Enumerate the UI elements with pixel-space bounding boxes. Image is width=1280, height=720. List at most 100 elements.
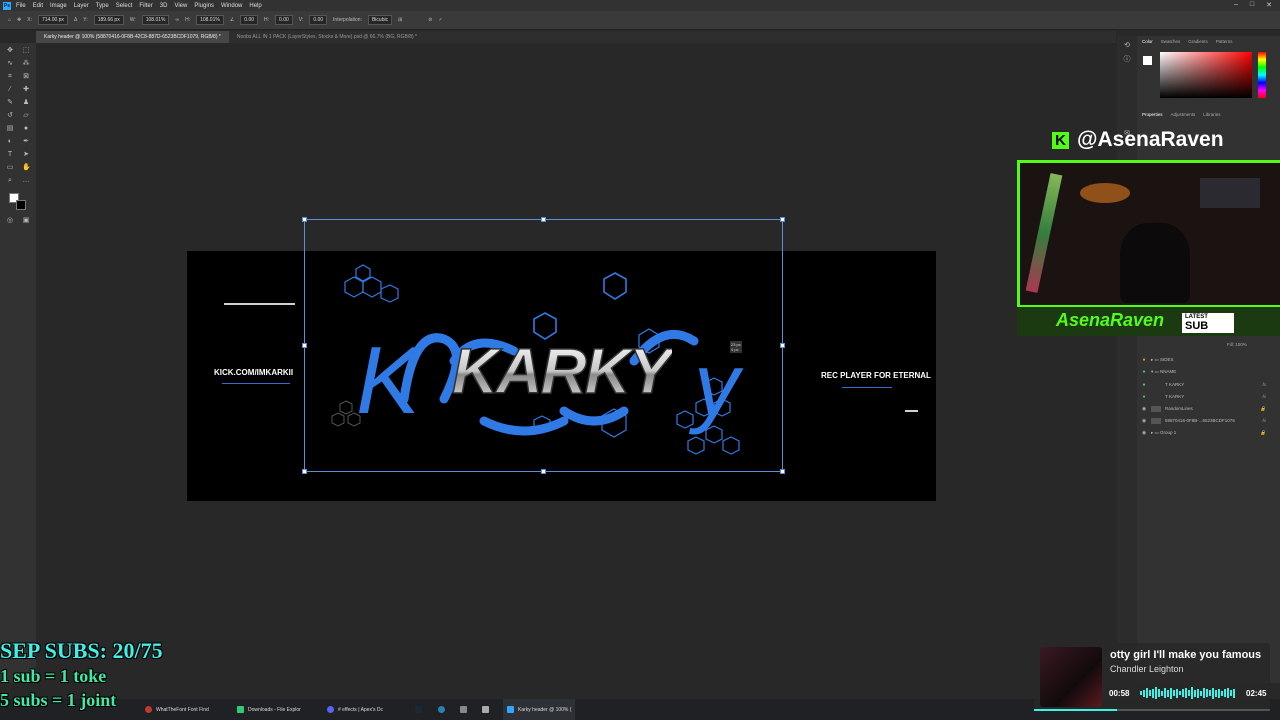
blur-tool-icon[interactable]: ●: [22, 125, 30, 133]
maximize-button[interactable]: □: [1250, 1, 1254, 9]
cancel-transform-icon[interactable]: ⊘: [428, 17, 432, 23]
taskbar-item[interactable]: [460, 699, 467, 720]
move-tool-icon[interactable]: ✥: [17, 17, 21, 23]
history-icon[interactable]: ⟲: [1123, 42, 1131, 50]
banner-right-text: REC PLAYER FOR ETERNAL: [821, 371, 931, 380]
brush-tool-icon[interactable]: ✎: [6, 99, 14, 107]
menu-3d[interactable]: 3D: [160, 3, 168, 9]
layer-row[interactable]: ● ▸ ▭ SIDES: [1140, 354, 1270, 365]
y-field[interactable]: 189.66 px: [93, 15, 124, 25]
menu-file[interactable]: File: [16, 3, 26, 9]
menu-plugins[interactable]: Plugins: [194, 3, 214, 9]
visibility-eye-icon[interactable]: ●: [1140, 382, 1148, 388]
layer-row[interactable]: ◉ RandomLines 🔒: [1140, 403, 1270, 414]
color-picker-field[interactable]: [1160, 52, 1252, 98]
fx-icon[interactable]: fx: [1262, 418, 1266, 423]
quick-mask-icon[interactable]: ◎: [6, 217, 14, 225]
eraser-tool-icon[interactable]: ▱: [22, 112, 30, 120]
hand-tool-icon[interactable]: ✋: [22, 164, 31, 172]
type-tool-icon[interactable]: T: [6, 151, 14, 159]
angle-field[interactable]: 0.00: [240, 15, 259, 25]
link-icon[interactable]: ∞: [175, 17, 179, 23]
taskbar-item[interactable]: [438, 699, 445, 720]
photoshop-logo-icon[interactable]: Ps: [3, 1, 11, 10]
marquee-tool-icon[interactable]: ⬚: [22, 47, 30, 55]
interpolation-select[interactable]: Bicubic: [367, 15, 393, 25]
commit-transform-icon[interactable]: ✓: [439, 17, 443, 23]
taskbar-item[interactable]: [415, 699, 422, 720]
warp-icon[interactable]: ⊞: [398, 17, 402, 23]
layer-row[interactable]: ● T KARKY fx: [1140, 391, 1270, 402]
visibility-eye-icon[interactable]: ◉: [1140, 430, 1148, 436]
waveform-bar: [1191, 687, 1193, 699]
x-field[interactable]: 714.00 px: [37, 15, 68, 25]
latest-sub-name: AsenaRaven: [1056, 310, 1165, 330]
more-tools-icon[interactable]: …: [22, 177, 30, 185]
tab-patterns[interactable]: Patterns: [1216, 39, 1233, 44]
layer-row[interactable]: ◉ ▸ ▭ Group 1 🔒: [1140, 427, 1270, 438]
tab-color[interactable]: Color: [1142, 39, 1153, 44]
history-brush-icon[interactable]: ↺: [6, 112, 14, 120]
taskbar-item-active[interactable]: Karky header @ 100% (: [503, 699, 576, 720]
tab-karky-header[interactable]: Karky header @ 100% (58870416-0F8B-42C8-…: [36, 31, 229, 43]
menu-select[interactable]: Select: [116, 3, 133, 9]
healing-brush-icon[interactable]: ✚: [22, 86, 30, 94]
height-field[interactable]: 108.01%: [196, 15, 224, 25]
fx-icon[interactable]: fx: [1262, 382, 1266, 387]
menu-help[interactable]: Help: [249, 3, 261, 9]
delta-icon[interactable]: Δ: [74, 17, 77, 23]
tab-gradients[interactable]: Gradients: [1188, 39, 1208, 44]
menu-view[interactable]: View: [174, 3, 187, 9]
background-color-swatch[interactable]: [16, 200, 26, 210]
tab-properties[interactable]: Properties: [1142, 112, 1163, 117]
latest-sub-badge: LATEST SUB: [1182, 313, 1234, 333]
menu-image[interactable]: Image: [50, 3, 67, 9]
taskbar-item[interactable]: Downloads - File Explor: [237, 699, 301, 720]
move-tool-icon[interactable]: ✥: [6, 47, 14, 55]
fx-icon[interactable]: fx: [1262, 394, 1266, 399]
menu-window[interactable]: Window: [221, 3, 242, 9]
layer-row[interactable]: ● T KARKY fx: [1140, 379, 1270, 390]
menu-filter[interactable]: Filter: [139, 3, 152, 9]
eyedropper-icon[interactable]: ⁄: [6, 86, 14, 94]
visibility-eye-icon[interactable]: ●: [1140, 369, 1148, 375]
tab-adjustments[interactable]: Adjustments: [1171, 112, 1196, 117]
visibility-eye-icon[interactable]: ●: [1140, 357, 1148, 363]
menu-edit[interactable]: Edit: [33, 3, 43, 9]
tab-swatches[interactable]: Swatches: [1161, 39, 1181, 44]
frame-tool-icon[interactable]: ⊠: [22, 73, 30, 81]
zoom-tool-icon[interactable]: ⌕: [6, 177, 14, 185]
layer-row[interactable]: ● ▾ ▭ NNAME: [1140, 366, 1270, 377]
fill-readout[interactable]: Fill: 100%: [1227, 342, 1247, 347]
magic-wand-icon[interactable]: ⁂: [22, 60, 30, 68]
menu-type[interactable]: Type: [96, 3, 109, 9]
dodge-tool-icon[interactable]: ◐: [6, 138, 14, 146]
h-skew-field[interactable]: 0.00: [275, 15, 293, 25]
tab-noobs-pack[interactable]: Noobs ALL IN 1 PACK (LayerStyles, Stocks…: [229, 31, 425, 43]
screen-mode-icon[interactable]: ▣: [22, 217, 30, 225]
visibility-eye-icon[interactable]: ◉: [1140, 406, 1148, 412]
minimize-button[interactable]: –: [1234, 1, 1238, 9]
info-icon[interactable]: ⓘ: [1123, 56, 1131, 64]
layer-row[interactable]: ◉ 58870416-0F8B-...6523BCDF1079 fx: [1140, 415, 1270, 426]
visibility-eye-icon[interactable]: ◉: [1140, 418, 1148, 424]
banner-canvas[interactable]: KICK.COM/IMKARKII REC PLAYER FOR ETERNAL: [187, 251, 936, 501]
shape-tool-icon[interactable]: ▭: [6, 164, 14, 172]
home-icon[interactable]: ⌂: [8, 17, 11, 23]
menu-layer[interactable]: Layer: [74, 3, 89, 9]
taskbar-item[interactable]: [482, 699, 489, 720]
width-field[interactable]: 108.01%: [141, 15, 170, 25]
visibility-eye-icon[interactable]: ●: [1140, 394, 1148, 400]
close-button[interactable]: ✕: [1266, 1, 1272, 9]
pen-tool-icon[interactable]: ✒: [22, 138, 30, 146]
stamp-tool-icon[interactable]: ♟: [22, 99, 30, 107]
taskbar-item[interactable]: # effects | Apex's Dc: [327, 699, 383, 720]
fg-color-chip[interactable]: [1143, 56, 1152, 65]
v-skew-field[interactable]: 0.00: [309, 15, 328, 25]
hue-slider[interactable]: [1258, 52, 1266, 98]
lasso-tool-icon[interactable]: ∿: [6, 60, 14, 68]
gradient-tool-icon[interactable]: ▤: [6, 125, 14, 133]
path-select-icon[interactable]: ➤: [22, 151, 30, 159]
tab-libraries[interactable]: Libraries: [1203, 112, 1220, 117]
crop-tool-icon[interactable]: ⌗: [6, 73, 14, 81]
